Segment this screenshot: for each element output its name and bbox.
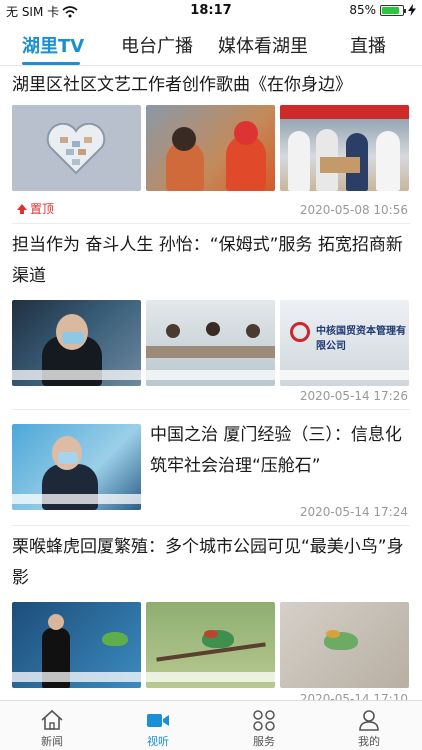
article-thumbnail[interactable] <box>12 602 141 688</box>
caption-bar <box>12 494 141 504</box>
doctor-figure <box>376 131 400 191</box>
article-images: 中核国贸资本管理有限公司 <box>12 300 410 386</box>
nav-mine-label: 我的 <box>358 735 380 748</box>
person-head <box>246 324 260 338</box>
battery-icon <box>380 4 406 16</box>
tab-hulitv[interactable]: 湖里TV <box>22 32 84 58</box>
nav-video[interactable]: 视听 <box>128 709 188 749</box>
article-thumbnail[interactable] <box>146 602 275 688</box>
article-date: 2020-05-14 17:24 <box>299 505 408 519</box>
bird-throat <box>204 630 218 638</box>
pin-arrow-icon <box>17 203 27 214</box>
channel-tabs: 湖里TV 电台广播 媒体看湖里 直播 <box>0 26 422 66</box>
article-title[interactable]: 湖里区社区文艺工作者创作歌曲《在你身边》 <box>12 70 410 101</box>
company-sign-text: 中核国贸资本管理有限公司 <box>316 326 406 352</box>
article-images <box>12 105 410 191</box>
bird-shape <box>102 632 128 646</box>
doctor-figure <box>288 131 310 191</box>
active-tab-indicator <box>22 62 80 65</box>
bottom-nav: 新闻 视听 服务 我的 <box>0 700 422 750</box>
article-date: 2020-05-14 17:10 <box>299 692 408 700</box>
nav-services[interactable]: 服务 <box>234 709 294 749</box>
caption-bar <box>12 370 141 380</box>
volunteer-cap <box>234 121 258 145</box>
article-card[interactable]: 栗喉蜂虎回厦繁殖：多个城市公园可见“最美小鸟”身影 2020-05-14 17:… <box>12 526 410 700</box>
caption-bar <box>146 672 275 682</box>
tab-live[interactable]: 直播 <box>350 32 386 58</box>
article-card[interactable]: 湖里区社区文艺工作者创作歌曲《在你身边》 置顶 2020-05-08 10:56 <box>12 66 410 224</box>
person-head <box>206 322 220 336</box>
nav-mine[interactable]: 我的 <box>339 709 399 749</box>
home-icon <box>41 709 63 730</box>
article-thumbnail[interactable] <box>146 300 275 386</box>
grid-icon <box>253 710 275 731</box>
status-bar: 无 SIM 卡 18:17 85% <box>0 0 422 22</box>
article-title[interactable]: 栗喉蜂虎回厦繁殖：多个城市公园可见“最美小鸟”身影 <box>12 532 410 594</box>
face-mask <box>58 452 78 464</box>
tab-radio[interactable]: 电台广播 <box>121 32 193 58</box>
article-thumbnail[interactable] <box>12 105 141 191</box>
article-title[interactable]: 中国之治 厦门经验（三）：信息化筑牢社会治理“压舱石” <box>150 420 408 482</box>
article-thumbnail[interactable] <box>12 424 141 510</box>
article-thumbnail[interactable] <box>146 105 275 191</box>
person-head <box>166 324 180 338</box>
nav-video-label: 视听 <box>147 735 169 748</box>
article-thumbnail[interactable]: 中核国贸资本管理有限公司 <box>280 300 409 386</box>
nav-news-label: 新闻 <box>41 735 63 748</box>
charging-icon <box>408 4 416 16</box>
article-thumbnail[interactable] <box>280 105 409 191</box>
desk <box>146 346 275 358</box>
caption-bar <box>146 370 275 380</box>
donation-box <box>320 157 360 173</box>
tab-media[interactable]: 媒体看湖里 <box>218 32 308 58</box>
nav-news[interactable]: 新闻 <box>22 709 82 749</box>
pinned-badge: 置顶 <box>16 200 54 217</box>
pinned-label: 置顶 <box>30 202 55 216</box>
bird-head <box>326 630 340 638</box>
battery-percent: 85% <box>349 3 376 17</box>
anchor-head <box>48 614 64 630</box>
article-thumbnail[interactable] <box>280 602 409 688</box>
red-banner <box>280 105 409 119</box>
volunteer-head <box>172 127 196 151</box>
status-right: 85% <box>349 3 416 17</box>
heart-collage-icon <box>46 123 106 175</box>
caption-bar <box>12 672 141 682</box>
battery-level <box>382 6 399 14</box>
caption-bar <box>280 370 409 380</box>
video-icon <box>147 714 169 727</box>
face-mask <box>62 332 84 344</box>
news-feed[interactable]: 湖里区社区文艺工作者创作歌曲《在你身边》 置顶 2020-05-08 10:56… <box>0 66 422 700</box>
article-images <box>12 602 410 688</box>
article-thumbnail[interactable] <box>12 300 141 386</box>
user-icon <box>359 710 379 731</box>
article-card[interactable]: 担当作为 奋斗人生 孙怡：“保姆式”服务 拓宽招商新渠道 中核国贸资本管理有限公… <box>12 224 410 410</box>
company-logo-icon <box>290 322 310 342</box>
article-date: 2020-05-08 10:56 <box>299 203 408 217</box>
article-card[interactable]: 中国之治 厦门经验（三）：信息化筑牢社会治理“压舱石” 2020-05-14 1… <box>12 410 410 526</box>
article-title[interactable]: 担当作为 奋斗人生 孙怡：“保姆式”服务 拓宽招商新渠道 <box>12 230 410 292</box>
nav-services-label: 服务 <box>253 735 275 748</box>
article-date: 2020-05-14 17:26 <box>299 389 408 403</box>
